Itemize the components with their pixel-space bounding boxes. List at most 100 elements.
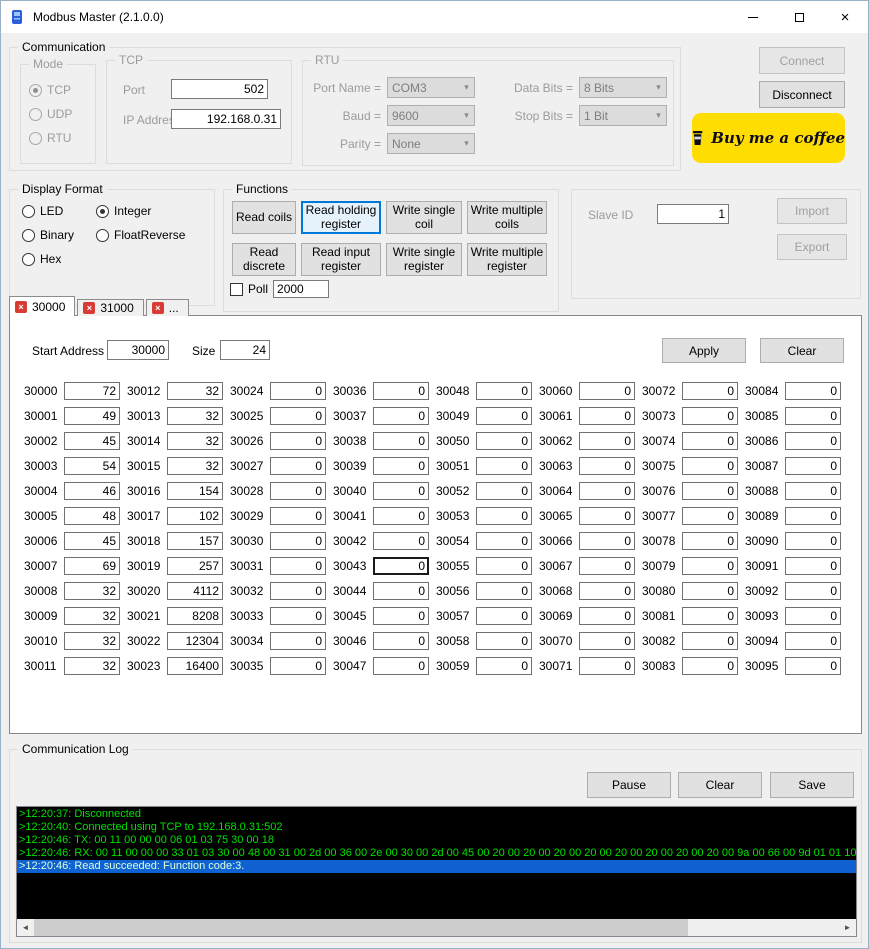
register-value-input[interactable]	[682, 431, 738, 450]
register-value-input[interactable]	[167, 631, 223, 650]
register-value-input[interactable]	[579, 431, 635, 450]
register-value-input[interactable]	[682, 631, 738, 650]
register-value-input[interactable]	[785, 531, 841, 550]
tab-close-icon[interactable]: ×	[15, 300, 27, 313]
register-value-input[interactable]	[373, 381, 429, 400]
apply-button[interactable]: Apply	[662, 338, 746, 363]
register-value-input[interactable]	[373, 456, 429, 475]
register-value-input[interactable]	[270, 656, 326, 675]
register-value-input[interactable]	[373, 481, 429, 500]
register-value-input[interactable]	[579, 631, 635, 650]
scroll-left-icon[interactable]: ◄	[17, 919, 34, 936]
register-value-input[interactable]	[270, 531, 326, 550]
register-value-input[interactable]	[373, 556, 429, 575]
register-value-input[interactable]	[682, 531, 738, 550]
register-value-input[interactable]	[682, 581, 738, 600]
register-value-input[interactable]	[785, 656, 841, 675]
register-value-input[interactable]	[476, 556, 532, 575]
title-bar[interactable]: Modbus Master (2.1.0.0) ×	[1, 1, 868, 33]
radio-binary[interactable]: Binary	[22, 228, 74, 242]
register-value-input[interactable]	[476, 506, 532, 525]
register-value-input[interactable]	[167, 456, 223, 475]
close-button[interactable]: ×	[822, 1, 868, 33]
register-value-input[interactable]	[373, 631, 429, 650]
panel-clear-button[interactable]: Clear	[760, 338, 844, 363]
register-value-input[interactable]	[476, 431, 532, 450]
import-button[interactable]: Import	[777, 198, 847, 224]
log-horizontal-scrollbar[interactable]: ◄ ►	[17, 919, 856, 936]
register-value-input[interactable]	[167, 431, 223, 450]
register-value-input[interactable]	[64, 406, 120, 425]
function-button-read-holding-register[interactable]: Read holding register	[301, 201, 381, 234]
register-value-input[interactable]	[167, 481, 223, 500]
register-value-input[interactable]	[64, 506, 120, 525]
radio-udp[interactable]: UDP	[29, 107, 72, 121]
register-value-input[interactable]	[373, 406, 429, 425]
register-value-input[interactable]	[270, 631, 326, 650]
register-value-input[interactable]	[270, 381, 326, 400]
register-value-input[interactable]	[579, 581, 635, 600]
radio-tcp[interactable]: TCP	[29, 83, 72, 97]
function-button-write-single-coil[interactable]: Write single coil	[386, 201, 462, 234]
register-value-input[interactable]	[682, 606, 738, 625]
ip-address-input[interactable]	[171, 109, 281, 129]
register-value-input[interactable]	[476, 656, 532, 675]
start-address-input[interactable]	[107, 340, 169, 360]
register-value-input[interactable]	[579, 481, 635, 500]
register-value-input[interactable]	[682, 406, 738, 425]
register-value-input[interactable]	[64, 456, 120, 475]
register-value-input[interactable]	[579, 656, 635, 675]
register-value-input[interactable]	[579, 381, 635, 400]
register-value-input[interactable]	[64, 606, 120, 625]
register-value-input[interactable]	[64, 656, 120, 675]
register-value-input[interactable]	[167, 581, 223, 600]
register-value-input[interactable]	[167, 656, 223, 675]
register-value-input[interactable]	[167, 556, 223, 575]
save-button[interactable]: Save	[770, 772, 854, 798]
register-value-input[interactable]	[579, 531, 635, 550]
register-value-input[interactable]	[476, 531, 532, 550]
dropdown-data-bits[interactable]: 8 Bits ▾	[579, 77, 667, 98]
minimize-button[interactable]	[730, 1, 776, 33]
port-input[interactable]	[171, 79, 268, 99]
register-value-input[interactable]	[270, 556, 326, 575]
function-button-read-input-register[interactable]: Read input register	[301, 243, 381, 276]
function-button-read-coils[interactable]: Read coils	[232, 201, 296, 234]
register-value-input[interactable]	[373, 606, 429, 625]
register-value-input[interactable]	[476, 406, 532, 425]
tab-[interactable]: ×...	[145, 299, 189, 316]
buy-me-a-coffee-button[interactable]: Buy me a coffee	[692, 113, 845, 163]
register-value-input[interactable]	[64, 581, 120, 600]
pause-button[interactable]: Pause	[587, 772, 671, 798]
register-value-input[interactable]	[682, 556, 738, 575]
register-value-input[interactable]	[682, 456, 738, 475]
radio-integer[interactable]: Integer	[96, 204, 185, 218]
register-value-input[interactable]	[373, 431, 429, 450]
register-value-input[interactable]	[682, 381, 738, 400]
register-value-input[interactable]	[785, 631, 841, 650]
register-value-input[interactable]	[476, 481, 532, 500]
register-value-input[interactable]	[373, 506, 429, 525]
register-value-input[interactable]	[64, 381, 120, 400]
register-value-input[interactable]	[579, 506, 635, 525]
register-value-input[interactable]	[785, 456, 841, 475]
register-value-input[interactable]	[270, 456, 326, 475]
register-value-input[interactable]	[373, 581, 429, 600]
register-value-input[interactable]	[373, 656, 429, 675]
poll-checkbox[interactable]	[230, 282, 243, 296]
maximize-button[interactable]	[776, 1, 822, 33]
log-box[interactable]: >12:20:37: Disconnected >12:20:40: Connec…	[16, 806, 857, 937]
register-value-input[interactable]	[167, 506, 223, 525]
tab-close-icon[interactable]: ×	[151, 302, 164, 314]
dropdown-stop-bits[interactable]: 1 Bit ▾	[579, 105, 667, 126]
register-value-input[interactable]	[270, 506, 326, 525]
register-value-input[interactable]	[167, 381, 223, 400]
export-button[interactable]: Export	[777, 234, 847, 260]
disconnect-button[interactable]: Disconnect	[759, 81, 845, 108]
register-value-input[interactable]	[167, 406, 223, 425]
register-value-input[interactable]	[785, 406, 841, 425]
radio-rtu[interactable]: RTU	[29, 131, 72, 145]
register-value-input[interactable]	[64, 481, 120, 500]
slave-id-input[interactable]	[657, 204, 729, 224]
poll-interval-input[interactable]	[273, 280, 330, 298]
